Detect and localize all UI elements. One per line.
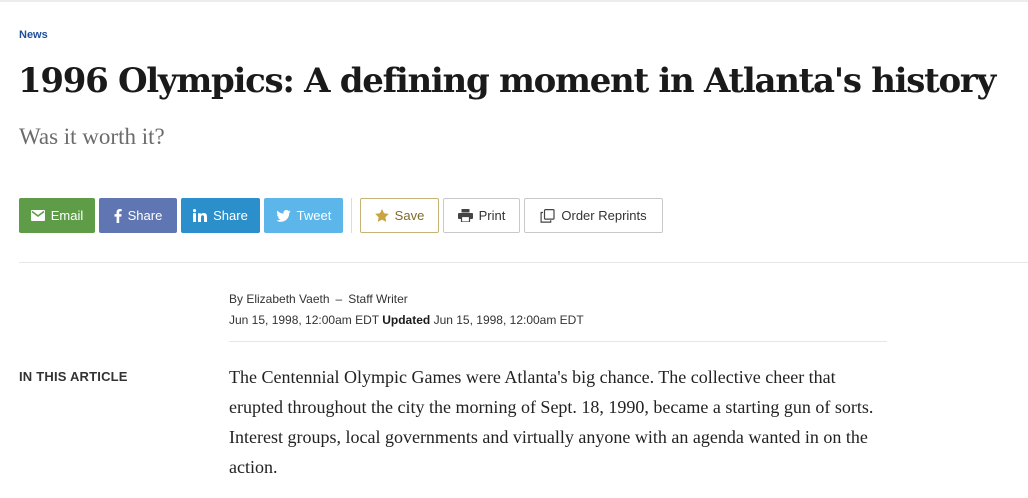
save-label: Save [394, 208, 425, 223]
save-button[interactable]: Save [360, 198, 439, 233]
byline-divider [229, 341, 887, 342]
article-headline: 1996 Olympics: A defining moment in Atla… [18, 61, 996, 101]
twitter-share-button[interactable]: Tweet [264, 198, 343, 233]
twitter-bird-icon [275, 209, 291, 222]
email-share-button[interactable]: Email [19, 198, 95, 233]
in-this-article-heading: IN THIS ARTICLE [19, 369, 128, 384]
order-reprints-button[interactable]: Order Reprints [524, 198, 663, 233]
author-role: Staff Writer [348, 292, 408, 306]
share-toolbar: Email Share Share Tweet Save Print Order… [19, 198, 667, 233]
print-button[interactable]: Print [443, 198, 520, 233]
envelope-icon [30, 210, 45, 221]
published-date: Jun 15, 1998, 12:00am EDT [229, 313, 379, 327]
toolbar-divider [351, 198, 352, 233]
top-border [0, 0, 1028, 2]
byline: By Elizabeth Vaeth – Staff Writer [229, 292, 408, 306]
email-share-label: Email [50, 208, 84, 223]
article-subheadline: Was it worth it? [19, 124, 165, 149]
byline-separator: – [335, 292, 343, 306]
facebook-icon [114, 208, 122, 223]
dateline: Jun 15, 1998, 12:00am EDT Updated Jun 15… [229, 313, 584, 327]
print-label: Print [478, 208, 506, 223]
section-link-news[interactable]: News [19, 29, 48, 41]
updated-date: Jun 15, 1998, 12:00am EDT [433, 313, 584, 327]
star-icon [374, 209, 389, 222]
author-name[interactable]: By Elizabeth Vaeth [229, 292, 330, 306]
linkedin-icon [193, 209, 208, 222]
article-paragraph: The Centennial Olympic Games were Atlant… [229, 367, 874, 477]
facebook-share-label: Share [127, 208, 163, 223]
linkedin-share-label: Share [213, 208, 248, 223]
header-divider [19, 262, 1028, 263]
copy-document-icon [540, 208, 555, 223]
twitter-share-label: Tweet [296, 208, 332, 223]
printer-icon [457, 209, 473, 222]
updated-label: Updated [382, 313, 431, 327]
facebook-share-button[interactable]: Share [99, 198, 177, 233]
order-reprints-label: Order Reprints [561, 208, 647, 223]
linkedin-share-button[interactable]: Share [181, 198, 260, 233]
